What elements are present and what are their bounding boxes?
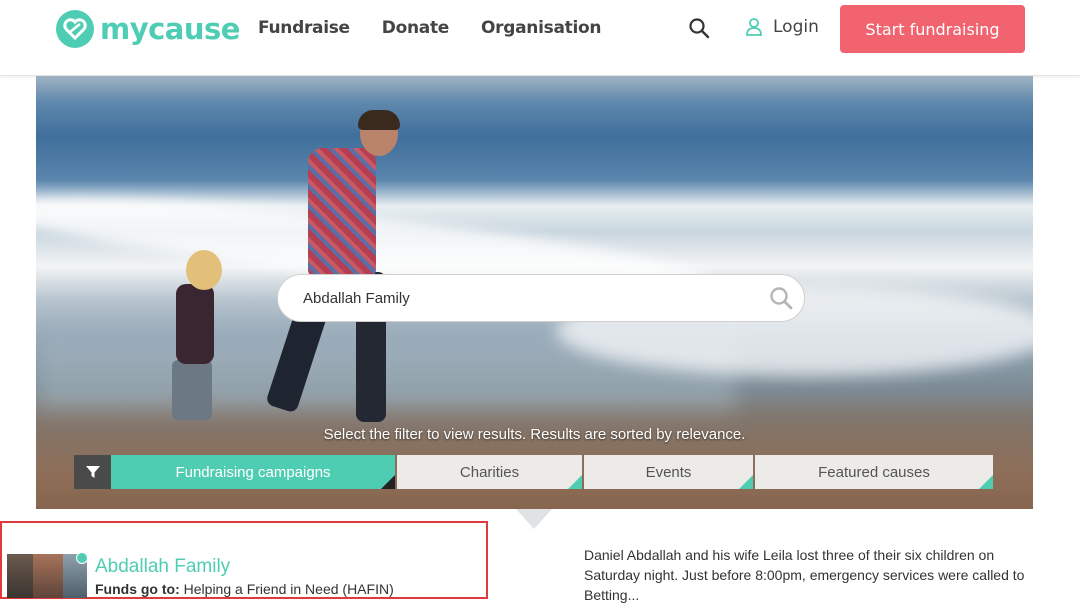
main-nav: Fundraise Donate Organisation	[258, 18, 601, 38]
tab-corner-decoration	[568, 475, 582, 489]
funds-label: Funds go to:	[95, 581, 180, 597]
heart-logo-icon	[56, 10, 94, 48]
hero-figure-child-head	[186, 250, 222, 290]
filter-icon	[85, 466, 100, 478]
logo-text: mycause	[100, 12, 240, 46]
filter-hint: Select the filter to view results. Resul…	[323, 426, 746, 443]
nav-donate[interactable]: Donate	[382, 18, 450, 38]
tab-label: Fundraising campaigns	[175, 463, 331, 481]
login-label: Login	[773, 17, 819, 37]
result-photo	[63, 552, 88, 598]
result-photo	[7, 554, 33, 598]
logo[interactable]: mycause	[54, 8, 240, 50]
tab-label: Charities	[459, 463, 520, 481]
tab-label: Events	[645, 463, 692, 481]
filter-bar: Fundraising campaigns Charities Events F…	[74, 455, 993, 489]
tab-corner-decoration	[739, 475, 753, 489]
result-funds: Funds go to: Helping a Friend in Need (H…	[95, 581, 394, 597]
tab-featured-causes[interactable]: Featured causes	[755, 455, 993, 489]
search-icon[interactable]	[688, 17, 710, 39]
user-icon	[746, 18, 762, 36]
result-title[interactable]: Abdallah Family	[95, 556, 230, 578]
hero-banner: Select the filter to view results. Resul…	[36, 76, 1033, 509]
tab-fundraising-campaigns[interactable]: Fundraising campaigns	[111, 455, 395, 489]
search-box	[277, 274, 805, 322]
hero-figure-child-legs	[172, 360, 212, 420]
page: mycause Fundraise Donate Organisation Lo…	[0, 0, 1080, 609]
hero-figure-man	[308, 148, 376, 276]
site-header: mycause Fundraise Donate Organisation Lo…	[0, 0, 1080, 76]
result-description: Daniel Abdallah and his wife Leila lost …	[584, 547, 1025, 603]
search-submit-icon[interactable]	[768, 285, 794, 311]
tab-charities[interactable]: Charities	[397, 455, 582, 489]
dropdown-pointer	[516, 509, 552, 529]
login-link[interactable]: Login	[744, 17, 819, 37]
result-card[interactable]: Abdallah Family Funds go to: Helping a F…	[0, 521, 488, 599]
start-fundraising-button[interactable]: Start fundraising	[840, 5, 1025, 53]
verified-icon	[76, 552, 88, 564]
funds-value: Helping a Friend in Need (HAFIN)	[183, 581, 394, 597]
result-photo	[33, 554, 63, 598]
tab-corner-decoration	[979, 475, 993, 489]
result-thumbnails	[7, 552, 88, 598]
nav-fundraise[interactable]: Fundraise	[258, 18, 350, 38]
hero-figure-child	[176, 284, 214, 364]
filter-toggle[interactable]	[74, 455, 111, 489]
tab-events[interactable]: Events	[584, 455, 753, 489]
search-input[interactable]	[303, 289, 743, 307]
tab-label: Featured causes	[818, 463, 930, 481]
tab-corner-decoration	[381, 475, 395, 489]
nav-organisation[interactable]: Organisation	[481, 18, 601, 38]
hero-figure-man-hair	[358, 110, 400, 130]
